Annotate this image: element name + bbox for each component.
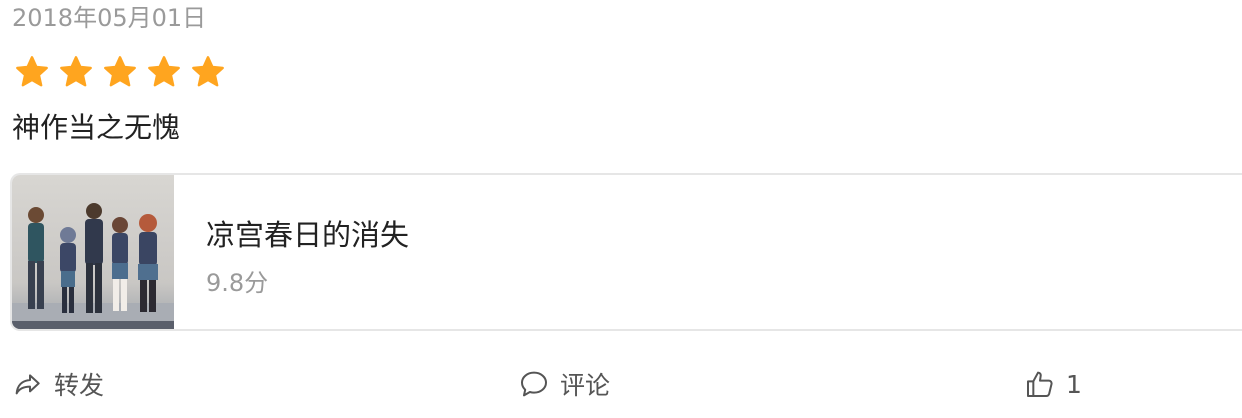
share-label: 转发	[54, 371, 105, 400]
rating-stars	[14, 54, 226, 90]
star-icon	[192, 56, 224, 87]
like-count: 1	[1066, 369, 1082, 399]
movie-score: 9.8分	[206, 269, 269, 297]
share-icon	[15, 374, 40, 395]
movie-title[interactable]: 凉宫春日的消失	[206, 215, 409, 255]
like-button[interactable]: 1	[1024, 364, 1082, 404]
star-icon	[16, 56, 48, 87]
comment-icon	[521, 371, 547, 397]
post-date: 2018年05月01日	[12, 4, 207, 32]
comment-label: 评论	[560, 371, 611, 400]
comment-button[interactable]: 评论	[518, 364, 610, 404]
star-icon	[104, 56, 136, 87]
review-text: 神作当之无愧	[12, 111, 181, 144]
star-icon	[60, 56, 92, 87]
movie-card[interactable]: 凉宫春日的消失 9.8分	[10, 173, 1242, 331]
movie-poster	[12, 175, 174, 329]
review-post: 2018年05月01日 神作当之无愧 凉宫春日的消失 9.8分 转发 评论 1	[0, 0, 1242, 418]
star-icon	[148, 56, 180, 87]
share-button[interactable]: 转发	[12, 364, 104, 404]
thumbs-up-icon	[1027, 371, 1053, 397]
